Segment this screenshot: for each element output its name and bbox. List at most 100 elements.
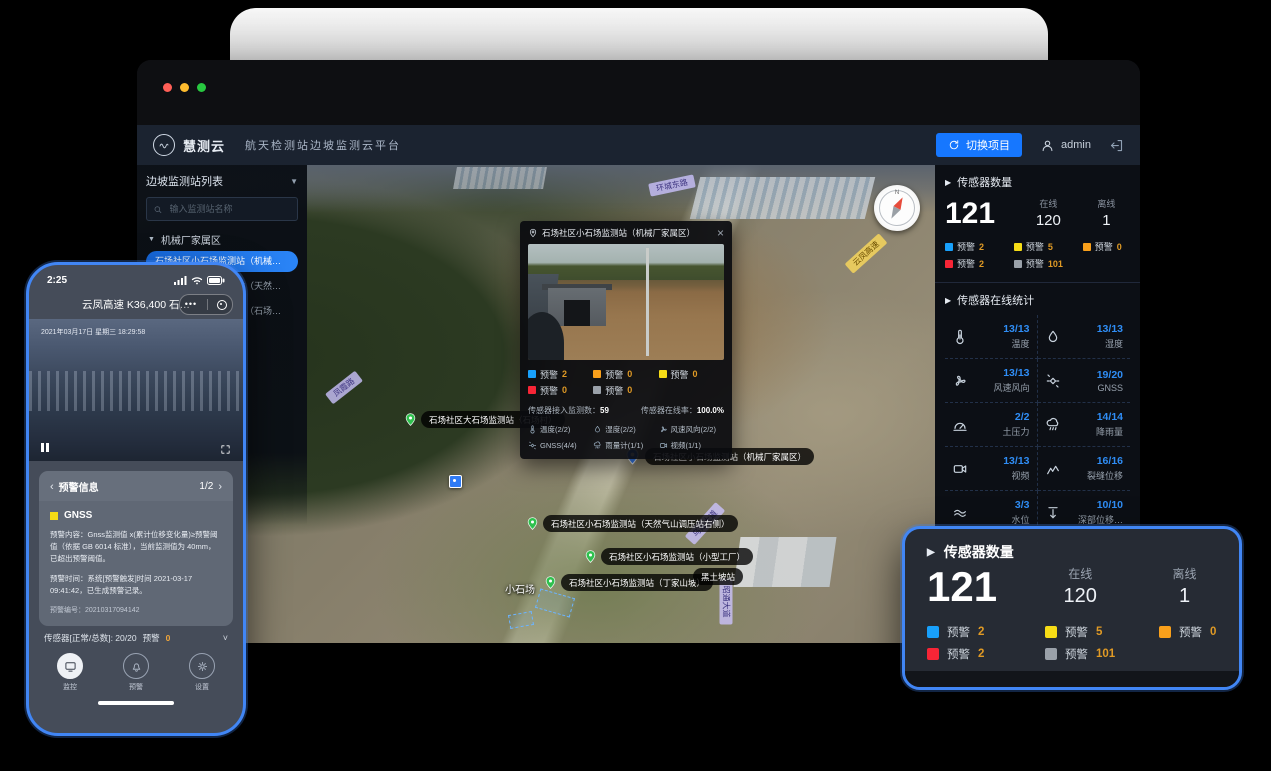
stage: 慧测云 航天检测站边坡监测云平台 切换项目 admin [0,0,1271,771]
zoom-window-button[interactable] [197,83,206,92]
humidity-icon [593,425,602,434]
warning-label: 预警 [540,368,558,381]
stat-cell-text: 2/2土压力 [1002,411,1029,438]
warning-color-square [927,626,939,638]
station-sidebar-header[interactable]: 边坡监测站列表 ▼ [146,173,298,189]
online-stats-section-header[interactable]: ▶ 传感器在线统计 [945,292,1130,308]
compass-control[interactable]: N [874,185,920,231]
pause-button[interactable] [41,443,49,452]
switch-project-button[interactable]: 切换项目 [936,133,1022,157]
stat-cell-text: 14/14降雨量 [1096,411,1123,438]
phone-page-title: 云凤高速 K36,400 石… [82,297,190,312]
phone-tab-预警[interactable]: 预警 [123,653,149,692]
chevron-left-icon[interactable]: ‹ [50,481,54,493]
map-station-label: 石场社区小石场监测站（小型工厂） [601,548,753,565]
map-station-marker[interactable]: 石场社区小石场监测站（天然气山调压站右侧） [525,515,738,532]
warning-label: 预警 [1026,240,1044,253]
stat-cell-text: 19/20GNSS [1097,369,1123,393]
station-group-row[interactable]: ▼ 机械厂家属区 [148,232,296,247]
alert-card-body: GNSS 预警内容：Gnss监测值 x(累计位移变化量)≥预警阈值（依据 GB … [39,501,233,626]
alert-sensor-name: GNSS [64,510,92,521]
map-station-marker[interactable]: 石场社区小石场监测站（小型工厂） [583,548,753,565]
warning-value: 101 [1096,648,1115,660]
logout-icon [1109,138,1124,153]
warning-value: 0 [627,385,632,395]
alert-time-text: 预警时间：系统[预警触发]时间 2021-03-17 09:41:42，已生成预… [50,573,222,597]
stat-cell[interactable]: 13/13湿度 [1038,315,1131,359]
warning-color-square [1159,626,1171,638]
gear-icon [196,660,209,673]
close-circle-icon[interactable] [217,300,227,310]
warning-value: 2 [978,648,984,660]
stat-cell[interactable]: 13/13视频 [945,447,1038,491]
popup-sensor-chips: 温度(2/2)湿度(2/2)风速风向(2/2)GNSS(4/4)雨量计(1/1)… [528,419,724,451]
logout-button[interactable] [1109,138,1124,153]
zoom-panel-header: ▶ 传感器数量 [927,542,1217,562]
zoom-panel-count-row: 121 在线 120 离线 1 [927,565,1217,608]
warning-label: 预警 [957,257,975,270]
online-stats-title: 传感器在线统计 [957,292,1034,308]
stat-cell[interactable]: 14/14降雨量 [1038,403,1131,447]
monitor-icon [64,660,77,673]
more-icon[interactable]: ••• [185,300,197,309]
station-popup-title: 石场社区小石场监测站（机械厂家属区） [542,227,695,239]
photo-pole [646,248,649,356]
phone-tab-监控[interactable]: 监控 [57,653,83,692]
miniprogram-capsule[interactable]: ••• [179,294,233,315]
warning-column: 预警5预警101 [1045,621,1159,665]
road-label: 环城东路 [648,174,696,196]
warning-label: 预警 [605,368,623,381]
gnss-icon [528,441,537,450]
rain-icon [593,441,602,450]
warning-value: 5 [1096,626,1102,638]
zoom-online-label: 在线 [1038,565,1122,582]
stat-cell-text: 13/13湿度 [1097,323,1123,350]
stat-cell[interactable]: 13/13温度 [945,315,1038,359]
fullscreen-button[interactable] [220,442,231,453]
soil-pressure-icon [952,417,968,433]
warning-color-square [528,370,536,378]
stat-cell[interactable]: 13/13风速风向 [945,359,1038,403]
warning-row: 预警2 [945,240,1014,253]
warning-row: 预警0 [1083,240,1130,253]
zoom-online-value: 120 [1038,585,1122,608]
close-icon[interactable]: × [717,227,724,239]
stat-cell[interactable]: 19/20GNSS [1038,359,1131,403]
stat-value: 13/13 [1003,323,1029,335]
traffic-lights [163,83,206,92]
warning-color-square [1083,243,1091,251]
zoom-warning-summary: 预警2预警2预警5预警101预警0 [927,621,1217,665]
sensor-chip-label: 视频(1/1) [671,440,701,451]
crack-icon [1045,461,1061,477]
phone-clock: 2:25 [47,275,67,286]
gnss-device-marker[interactable] [449,475,462,488]
window-titlebar [137,60,1140,125]
stat-value: 13/13 [1097,323,1123,335]
map-station-marker[interactable]: 黑土坡站 [693,568,743,585]
gnss-icon [1045,373,1061,389]
stat-cell[interactable]: 2/2土压力 [945,403,1038,447]
sensor-count-section-header[interactable]: ▶ 传感器数量 [945,174,1130,190]
phone-tab-设置[interactable]: 设置 [189,653,215,692]
chevron-right-icon[interactable]: › [218,481,222,493]
station-search-input[interactable] [168,203,291,215]
warning-row: 预警2 [927,624,1045,640]
phone-sensor-summary-row[interactable]: 传感器[正常/总数]: 20/20 预警 0 ˅ [29,632,243,644]
close-window-button[interactable] [163,83,172,92]
zoom-offline-label: 离线 [1152,565,1217,582]
station-search [146,197,298,221]
section-triangle-icon: ▶ [927,547,935,558]
map-station-marker[interactable]: 石场社区小石场监测站（丁家山坡） [543,574,713,591]
online-rate-value: 100.0% [697,406,724,415]
warning-value: 2 [978,626,984,638]
home-indicator[interactable] [98,701,174,705]
stat-cell-text: 10/10深部位移… [1078,499,1123,526]
stat-cell[interactable]: 16/16裂缝位移 [1038,447,1131,491]
live-video-player[interactable]: 2021年03月17日 星期三 18:29:58 [29,319,243,461]
minimize-window-button[interactable] [180,83,189,92]
user-menu[interactable]: admin [1040,138,1091,153]
online-value: 120 [1014,212,1083,229]
warning-summary: 预警2预警2预警5预警101预警0 [945,238,1130,272]
chevron-down-icon[interactable]: ˅ [223,633,228,643]
sensor-chip-label: 风速风向(2/2) [671,424,716,435]
